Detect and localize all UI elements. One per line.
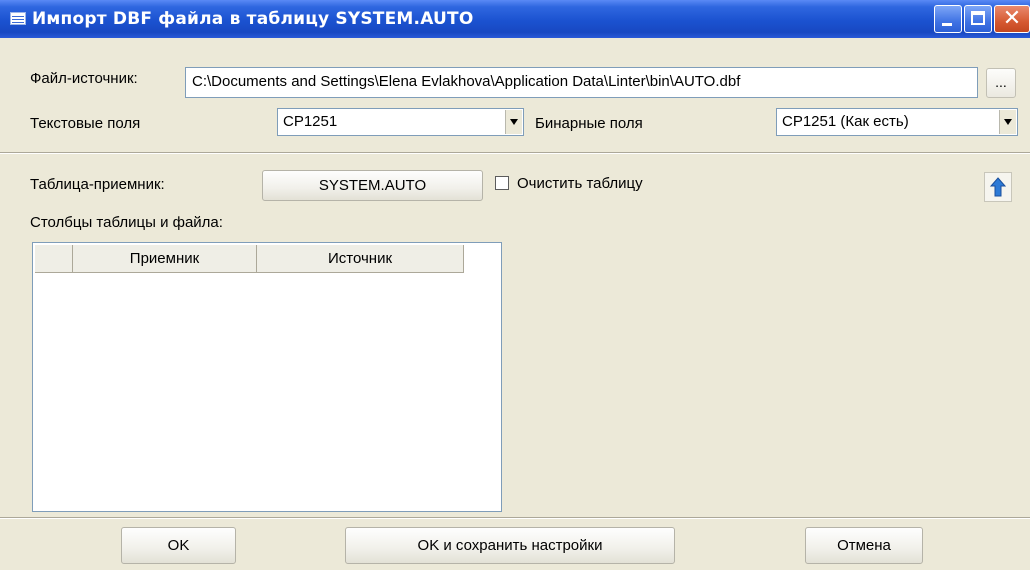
binary-fields-select[interactable]: CP1251 (Как есть) bbox=[776, 108, 1018, 136]
source-file-label: Файл-источник: bbox=[30, 70, 138, 87]
target-table-label: Таблица-приемник: bbox=[30, 176, 165, 193]
import-dbf-dialog: Импорт DBF файла в таблицу SYSTEM.AUTO ✕… bbox=[0, 0, 1030, 570]
minimize-button[interactable] bbox=[934, 5, 962, 33]
ok-button[interactable]: OK bbox=[121, 527, 236, 564]
bottom-separator bbox=[0, 517, 1030, 519]
cancel-button[interactable]: Отмена bbox=[805, 527, 923, 564]
grid-header-indicator bbox=[35, 245, 73, 273]
grid-header-target[interactable]: Приемник bbox=[73, 245, 257, 273]
target-table-button[interactable]: SYSTEM.AUTO bbox=[262, 170, 483, 201]
move-up-icon bbox=[989, 177, 1007, 197]
columns-grid[interactable]: Приемник Источник bbox=[32, 242, 502, 512]
clear-table-label[interactable]: Очистить таблицу bbox=[517, 175, 643, 192]
binary-fields-value: CP1251 (Как есть) bbox=[782, 113, 909, 130]
dropdown-arrow-icon[interactable] bbox=[505, 110, 522, 134]
columns-label: Столбцы таблицы и файла: bbox=[30, 214, 223, 231]
text-fields-label: Текстовые поля bbox=[30, 115, 141, 132]
close-button[interactable]: ✕ bbox=[994, 5, 1030, 33]
clear-table-checkbox[interactable] bbox=[495, 176, 509, 190]
window-title: Импорт DBF файла в таблицу SYSTEM.AUTO bbox=[32, 9, 474, 29]
source-file-input[interactable]: C:\Documents and Settings\Elena Evlakhov… bbox=[185, 67, 978, 98]
browse-button[interactable]: ... bbox=[986, 68, 1016, 98]
grid-header-source[interactable]: Источник bbox=[257, 245, 464, 273]
maximize-icon bbox=[971, 11, 985, 25]
title-bar[interactable]: Импорт DBF файла в таблицу SYSTEM.AUTO ✕ bbox=[0, 0, 1030, 38]
text-fields-select[interactable]: CP1251 bbox=[277, 108, 524, 136]
close-icon: ✕ bbox=[1002, 6, 1022, 31]
table-icon bbox=[10, 12, 26, 25]
ok-save-settings-button[interactable]: OK и сохранить настройки bbox=[345, 527, 675, 564]
binary-fields-label: Бинарные поля bbox=[535, 115, 643, 132]
move-up-button[interactable] bbox=[984, 172, 1012, 202]
dropdown-arrow-icon[interactable] bbox=[999, 110, 1016, 134]
text-fields-value: CP1251 bbox=[283, 113, 338, 130]
top-separator bbox=[0, 152, 1030, 154]
maximize-button[interactable] bbox=[964, 5, 992, 33]
minimize-icon bbox=[942, 23, 952, 26]
